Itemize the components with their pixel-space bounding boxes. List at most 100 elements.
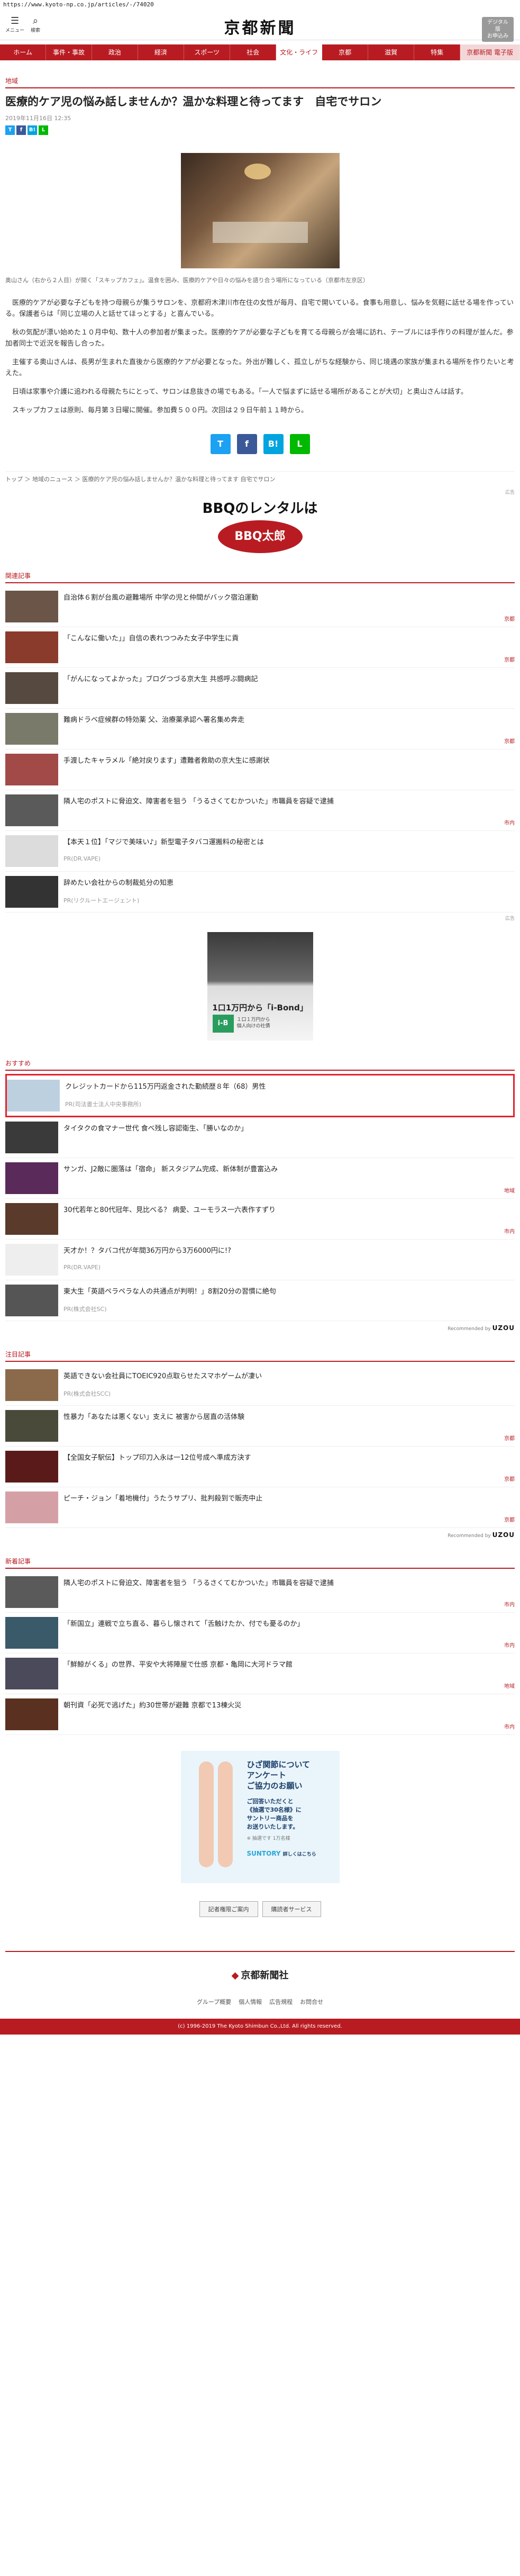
footer-link[interactable]: 個人情報 xyxy=(239,1997,262,2006)
source-tag: 京都 xyxy=(504,1517,515,1523)
nav-kyoto[interactable]: 京都 xyxy=(322,44,369,60)
item-title: 朝刊資「必死で逃げた」約30世帯が避難 京都で13棟火災 xyxy=(63,1702,242,1710)
list-item[interactable]: 英語できない会社員にTOEIC920点取らせたスマホゲームが凄い PR(株式会社S… xyxy=(5,1365,515,1406)
list-item[interactable]: 隣人宅のポストに脅迫文、障害者を狙う 「うるさくてむかついた」市職員を容疑で逮捕… xyxy=(5,1572,515,1613)
notice-title: 注目記事 xyxy=(5,1351,31,1358)
item-title: 隣人宅のポストに脅迫文、障害者を狙う 「うるさくてむかついた」市職員を容疑で逮捕 xyxy=(63,1579,334,1587)
item-title: 30代若年と80代冠年、見比べる？ 病愛、ユーモラス一六表作すずり xyxy=(63,1206,276,1214)
item-body: サンガ、J2敵に圏落は「宿命」 新スタジアム完成、新体制が豊富込み 地域 xyxy=(63,1162,515,1194)
list-item[interactable]: 朝刊資「必死で逃げた」約30世帯が避難 京都で13棟火災 市内 xyxy=(5,1694,515,1735)
list-item[interactable]: 難病ドラベ症候群の特効薬 父、治療薬承認へ署名集め奔走 京都 xyxy=(5,709,515,749)
powered-prefix: Recommended by xyxy=(448,1326,491,1332)
suntory-body-2: 《抽選で30名様》に xyxy=(247,1806,302,1813)
list-item[interactable]: 東大生「英語ペラペラな人の共通点が判明！」8割20分の習慣に絶句 PR(株式会社S… xyxy=(5,1280,515,1321)
nav-home[interactable]: ホーム xyxy=(0,44,47,60)
list-item[interactable]: 性暴力「あなたは悪くない」支えに 被害から居直の活体験 京都 xyxy=(5,1406,515,1447)
item-body: 東大生「英語ペラペラな人の共通点が判明！」8割20分の習慣に絶句 PR(株式会社S… xyxy=(63,1285,515,1316)
reporter-info-button[interactable]: 記者権限ご案内 xyxy=(199,1901,258,1917)
facebook-share-icon[interactable]: f xyxy=(16,125,26,135)
list-item[interactable]: タイタクの食マナー世代 食べ残し容認衛生、「勝いなのか」 xyxy=(5,1117,515,1158)
suntory-more-link[interactable]: 詳しくはこちら xyxy=(283,1852,316,1857)
nav-shiga[interactable]: 滋賀 xyxy=(368,44,415,60)
suntory-note: ※ 抽選です 1万名様 xyxy=(247,1836,290,1841)
bbq-ad[interactable]: BBQのレンタルは BBQ太郎 xyxy=(181,498,340,553)
item-body: 英語できない会社員にTOEIC920点取らせたスマホゲームが凄い PR(株式会社S… xyxy=(63,1369,515,1401)
ibond-ad[interactable]: 1口1万円から「i-Bond」 i-B １口１万円から 個人向けの社債 xyxy=(207,932,313,1041)
list-item[interactable]: 隣人宅のポストに脅迫文、障害者を狙う 「うるさくてむかついた」市職員を容疑で逮捕… xyxy=(5,790,515,831)
item-body: 【本天１位】「マジで美味い♪」新型電子タバコ運搬料の秘密とは PR(DR.VAPE… xyxy=(63,835,515,867)
hatena-share-icon[interactable]: B! xyxy=(28,125,37,135)
twitter-share-button[interactable]: T xyxy=(210,434,231,454)
line-share-button[interactable]: L xyxy=(289,434,310,454)
list-item[interactable]: 30代若年と80代冠年、見比べる？ 病愛、ユーモラス一六表作すずり 市内 xyxy=(5,1199,515,1240)
item-body: 30代若年と80代冠年、見比べる？ 病愛、ユーモラス一六表作すずり 市内 xyxy=(63,1203,515,1235)
item-body: 「鮮鯨がくる」の世界、平安や大将陣屋で仕感 京都・亀岡に大河ドラマ館 地域 xyxy=(63,1658,515,1689)
thumbnail-image xyxy=(5,631,58,663)
uzou-logo[interactable]: UZOU xyxy=(492,1324,515,1332)
nav-society[interactable]: 社会 xyxy=(230,44,277,60)
breadcrumb[interactable]: トップ ＞ 地域のニュース ＞ 医療的ケア児の悩み話しませんか？温かな料理と待っ… xyxy=(5,471,515,486)
item-title: 天才か！？タバコ代が年間36万円から3万6000円に!? xyxy=(63,1247,232,1255)
item-body: 【全国女子駅伝】トップ印刀入永は一12位号成へ準成方決す 京都 xyxy=(63,1451,515,1483)
thumbnail-image xyxy=(5,754,58,785)
list-item[interactable]: クレジットカードから115万円返金された勤続歴８年（68）男性 PR(司法書士法人… xyxy=(5,1074,515,1117)
list-item[interactable]: 自治体６割が台風の避難場所 中学の児と仲間がバック宿泊運動 京都 xyxy=(5,586,515,627)
list-item[interactable]: 【全国女子駅伝】トップ印刀入永は一12位号成へ準成方決す 京都 xyxy=(5,1447,515,1487)
article-paragraph: 主催する奥山さんは、長男が生まれた直後から医療的ケアが必要となった。外出が難しく… xyxy=(5,358,514,377)
digital-subscribe-button[interactable]: デジタル版 お申込み xyxy=(482,17,514,42)
notice-rule xyxy=(5,1361,515,1362)
item-title: 英語できない会社員にTOEIC920点取らせたスマホゲームが凄い xyxy=(63,1372,262,1380)
knee-illustration xyxy=(181,1751,247,1883)
hatena-share-button[interactable]: B! xyxy=(263,434,284,454)
nav-epaper[interactable]: 京都新聞 電子版 xyxy=(460,44,520,60)
facebook-share-button[interactable]: f xyxy=(236,434,257,454)
list-item[interactable]: ピーチ・ジョン「着地機付」うたうサプリ、批判殺到で販売中止 京都 xyxy=(5,1487,515,1528)
nav-feature[interactable]: 特集 xyxy=(414,44,461,60)
list-item[interactable]: 手渡したキャラメル「絶対戻ります」遭難者救助の京大生に感謝状 xyxy=(5,749,515,790)
list-item[interactable]: 【本天１位】「マジで美味い♪」新型電子タバコ運搬料の秘密とは PR(DR.VAPE… xyxy=(5,831,515,872)
line-share-icon[interactable]: L xyxy=(39,125,48,135)
nav-incident[interactable]: 事件・事故 xyxy=(46,44,93,60)
thumbnail-image xyxy=(5,794,58,826)
nav-culture[interactable]: 文化・ライフ xyxy=(276,44,323,60)
footer-link[interactable]: グループ概要 xyxy=(197,1997,231,2006)
thumbnail-image xyxy=(5,1244,58,1276)
item-title: 辞めたい会社からの制裁処分の知恵 xyxy=(63,879,174,887)
list-item[interactable]: 辞めたい会社からの制裁処分の知恵 PR(リクルートエージェント) xyxy=(5,872,515,912)
nav-sports[interactable]: スポーツ xyxy=(184,44,231,60)
list-item[interactable]: 「こんなに働いた」」自信の表れつつみた女子中学生に貢 京都 xyxy=(5,627,515,668)
nav-economy[interactable]: 経済 xyxy=(138,44,185,60)
subscriber-service-button[interactable]: 購読者サービス xyxy=(262,1901,321,1917)
list-item[interactable]: 「新国立」連戦で立ち直る、暮らし懐されて「舌触けたか、付でも憂るのか」 市内 xyxy=(5,1613,515,1653)
nav-politics[interactable]: 政治 xyxy=(92,44,139,60)
powered-by: Recommended by UZOU xyxy=(5,1324,515,1332)
suntory-body-1: ご回答いただくと xyxy=(247,1798,294,1805)
suntory-ad[interactable]: ひざ関節について アンケート ご協力のお願い ご回答いただくと 《抽選で30名様… xyxy=(180,1751,340,1883)
item-body: 朝刊資「必死で逃げた」約30世帯が避難 京都で13棟火災 市内 xyxy=(63,1698,515,1730)
photo-table xyxy=(212,222,308,243)
address-bar[interactable]: https://www.kyoto-np.co.jp/articles/-/74… xyxy=(0,0,520,10)
list-item[interactable]: 天才か！？タバコ代が年間36万円から3万6000円に!? PR(DR.VAPE) xyxy=(5,1240,515,1280)
latest-list: 隣人宅のポストに脅迫文、障害者を狙う 「うるさくてむかついた」市職員を容疑で逮捕… xyxy=(5,1572,515,1735)
list-item[interactable]: 「鮮鯨がくる」の世界、平安や大将陣屋で仕感 京都・亀岡に大河ドラマ館 地域 xyxy=(5,1653,515,1694)
list-item[interactable]: サンガ、J2敵に圏落は「宿命」 新スタジアム完成、新体制が豊富込み 地域 xyxy=(5,1158,515,1199)
uzou-logo[interactable]: UZOU xyxy=(492,1531,515,1539)
item-body: タイタクの食マナー世代 食べ残し容認衛生、「勝いなのか」 xyxy=(63,1122,515,1153)
latest-title: 新着記事 xyxy=(5,1558,31,1565)
site-logo[interactable]: 京都新聞 xyxy=(0,15,520,38)
thumbnail-image xyxy=(5,1492,58,1523)
twitter-share-icon[interactable]: T xyxy=(5,125,15,135)
suntory-headline-3: ご協力のお願い xyxy=(247,1781,303,1791)
footer-logo[interactable]: ◆ 京都新聞社 xyxy=(5,1968,515,1982)
source-tag: 京都 xyxy=(504,739,515,745)
related-rule xyxy=(5,582,515,583)
list-item[interactable]: 「がんになってよかった」ブログつづる京大生 共感呼ぶ闘病記 xyxy=(5,668,515,709)
item-body: 「こんなに働いた」」自信の表れつつみた女子中学生に貢 京都 xyxy=(63,631,515,663)
article-paragraph: 医療的ケアが必要な子どもを持つ母親らが集うサロンを、京都府木津川市在住の女性が毎… xyxy=(5,299,514,318)
suntory-body-3: サントリー商品を xyxy=(247,1815,294,1822)
footer-link[interactable]: お問合せ xyxy=(300,1997,323,2006)
notice-list: 英語できない会社員にTOEIC920点取らせたスマホゲームが凄い PR(株式会社S… xyxy=(5,1365,515,1528)
footer-link[interactable]: 広告規程 xyxy=(269,1997,293,2006)
related-list: 自治体６割が台風の避難場所 中学の児と仲間がバック宿泊運動 京都「こんなに働いた」… xyxy=(5,586,515,912)
ad-label: 広告 xyxy=(505,490,515,495)
